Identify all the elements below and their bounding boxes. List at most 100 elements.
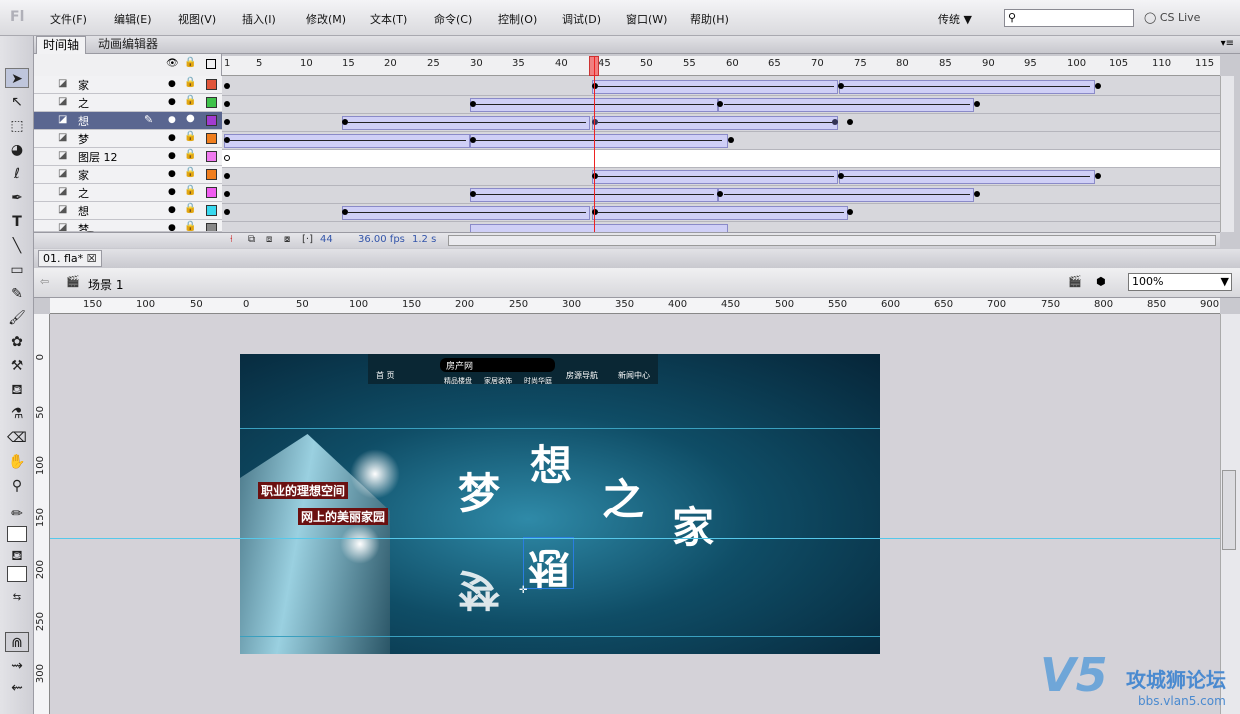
layer-row-selected[interactable]: ◪ 想 ✎ ● ● <box>34 112 222 130</box>
onion-markers-icon[interactable]: [·] <box>302 234 313 245</box>
lock-icon[interactable]: 🔒 <box>184 131 196 142</box>
char-think[interactable]: 想 <box>530 432 572 493</box>
frame-row[interactable] <box>222 222 1220 232</box>
frame-row-selected[interactable] <box>222 114 1220 132</box>
chevron-down-icon[interactable]: ▼ <box>1221 274 1229 290</box>
eraser-tool-icon[interactable]: ⌫ <box>5 428 29 448</box>
edit-scene-icon[interactable]: 🎬 <box>1068 275 1082 288</box>
keyframe-selected[interactable] <box>832 119 838 125</box>
keyframe[interactable] <box>592 209 598 215</box>
lock-icon[interactable]: 🔒 <box>184 57 196 68</box>
tab-motion-editor[interactable]: 动画编辑器 <box>92 36 164 54</box>
layer-row[interactable]: ◪ 家 ● 🔒 <box>34 166 222 184</box>
selection-tool-icon[interactable]: ➤ <box>5 68 29 88</box>
search-input[interactable]: ⚲ <box>1004 9 1134 27</box>
keyframe[interactable] <box>1095 173 1101 179</box>
lock-icon[interactable]: 🔒 <box>184 221 196 231</box>
snap-magnet-icon[interactable]: ⋒ <box>5 632 29 652</box>
keyframe[interactable] <box>224 83 230 89</box>
timeline-frames[interactable]: 1 5 10 15 20 25 30 35 40 45 50 55 60 65 … <box>222 56 1220 232</box>
motion-tween[interactable] <box>224 134 470 148</box>
keyframe[interactable] <box>838 173 844 179</box>
char-of[interactable]: 之 <box>602 466 644 527</box>
lock-icon[interactable]: 🔒 <box>184 77 196 88</box>
close-icon[interactable]: ☒ <box>87 252 97 265</box>
lock-icon[interactable]: 🔒 <box>184 203 196 214</box>
rectangle-tool-icon[interactable]: ▭ <box>5 260 29 280</box>
scrollbar-thumb[interactable] <box>1222 470 1236 550</box>
edit-multiple-icon[interactable]: ⧇ <box>284 234 290 245</box>
motion-tween[interactable] <box>592 116 838 130</box>
guide-line[interactable] <box>50 538 1220 539</box>
keyframe[interactable] <box>974 101 980 107</box>
back-arrow-icon[interactable]: ⇦ <box>40 275 49 288</box>
layer-row[interactable]: ◪ 家 ● 🔒 <box>34 76 222 94</box>
stage-canvas[interactable]: 首 页 房产网 精品楼盘 家居装饰 时尚华庭 房源导航 新闻中心 梦 想 之 家… <box>240 354 880 654</box>
keyframe[interactable] <box>342 209 348 215</box>
3d-rotation-tool-icon[interactable]: ◕ <box>5 140 29 160</box>
lock-icon[interactable]: 🔒 <box>184 149 196 160</box>
keyframe[interactable] <box>224 137 230 143</box>
lasso-tool-icon[interactable]: ℓ <box>5 164 29 184</box>
tab-timeline[interactable]: 时间轴 <box>36 36 87 54</box>
eyedropper-tool-icon[interactable]: ⚗ <box>5 404 29 424</box>
outline-icon[interactable] <box>206 59 216 69</box>
menu-help[interactable]: 帮助(H) <box>690 11 729 27</box>
selection-bounding-box[interactable] <box>523 537 574 589</box>
menu-edit[interactable]: 编辑(E) <box>114 11 152 27</box>
motion-tween[interactable] <box>470 224 728 232</box>
swap-colors-icon[interactable]: ⇆ <box>5 588 29 608</box>
frame-rate[interactable]: 36.00 fps <box>358 234 405 245</box>
keyframe[interactable] <box>224 101 230 107</box>
frame-row[interactable] <box>222 204 1220 222</box>
center-frame-icon[interactable]: ⍿ <box>230 234 233 245</box>
eye-icon[interactable]: 👁 <box>166 58 179 69</box>
lock-dot[interactable]: ● <box>186 113 195 124</box>
stroke-color-icon[interactable]: ✏ <box>5 504 29 524</box>
menu-text[interactable]: 文本(T) <box>370 11 407 27</box>
layer-row[interactable]: ◪ 想 ● 🔒 <box>34 202 222 220</box>
keyframe[interactable] <box>224 173 230 179</box>
motion-tween[interactable] <box>342 206 590 220</box>
subselection-tool-icon[interactable]: ↖ <box>5 92 29 112</box>
frame-row[interactable] <box>222 150 1220 168</box>
keyframe[interactable] <box>470 137 476 143</box>
menu-modify[interactable]: 修改(M) <box>306 11 346 27</box>
layer-row[interactable]: ◪ 图层 12 ● 🔒 <box>34 148 222 166</box>
menu-view[interactable]: 视图(V) <box>178 11 216 27</box>
motion-tween[interactable] <box>592 170 838 184</box>
workspace-switcher[interactable]: 传统 ▼ <box>938 11 972 27</box>
layer-row[interactable]: ◪ 梦 ● 🔒 <box>34 220 222 232</box>
scene-name[interactable]: 场景 1 <box>88 276 123 293</box>
stroke-color-swatch[interactable] <box>7 526 27 542</box>
lock-icon[interactable]: 🔒 <box>184 167 196 178</box>
panel-menu-icon[interactable]: ▾≡ <box>1221 38 1234 49</box>
paint-bucket-tool-icon[interactable]: ⛾ <box>5 380 29 400</box>
playhead[interactable] <box>594 56 595 232</box>
lock-icon[interactable]: 🔒 <box>184 95 196 106</box>
keyframe[interactable] <box>717 101 723 107</box>
hand-tool-icon[interactable]: ✋ <box>5 452 29 472</box>
brush-tool-icon[interactable]: 🖌 <box>5 308 29 328</box>
menu-debug[interactable]: 调试(D) <box>562 11 601 27</box>
onion-skin-icon[interactable]: ⧉ <box>248 234 255 245</box>
motion-tween[interactable] <box>592 206 848 220</box>
keyframe[interactable] <box>1095 83 1101 89</box>
layer-row[interactable]: ◪ 梦 ● 🔒 <box>34 130 222 148</box>
keyframe[interactable] <box>847 209 853 215</box>
pencil-tool-icon[interactable]: ✎ <box>5 284 29 304</box>
keyframe[interactable] <box>470 101 476 107</box>
pen-tool-icon[interactable]: ✒ <box>5 188 29 208</box>
motion-tween[interactable] <box>342 116 590 130</box>
frame-row[interactable] <box>222 78 1220 96</box>
keyframe[interactable] <box>224 119 230 125</box>
straighten-icon[interactable]: ⇜ <box>5 678 29 698</box>
motion-tween[interactable] <box>592 80 838 94</box>
text-tool-icon[interactable]: T <box>5 212 29 232</box>
zoom-tool-icon[interactable]: ⚲ <box>5 476 29 496</box>
motion-tween[interactable] <box>839 170 1095 184</box>
timeline-horizontal-scrollbar[interactable] <box>448 235 1216 246</box>
motion-tween[interactable] <box>718 188 974 202</box>
layer-row[interactable]: ◪ 之 ● 🔒 <box>34 94 222 112</box>
keyframe-selected[interactable] <box>592 119 598 125</box>
